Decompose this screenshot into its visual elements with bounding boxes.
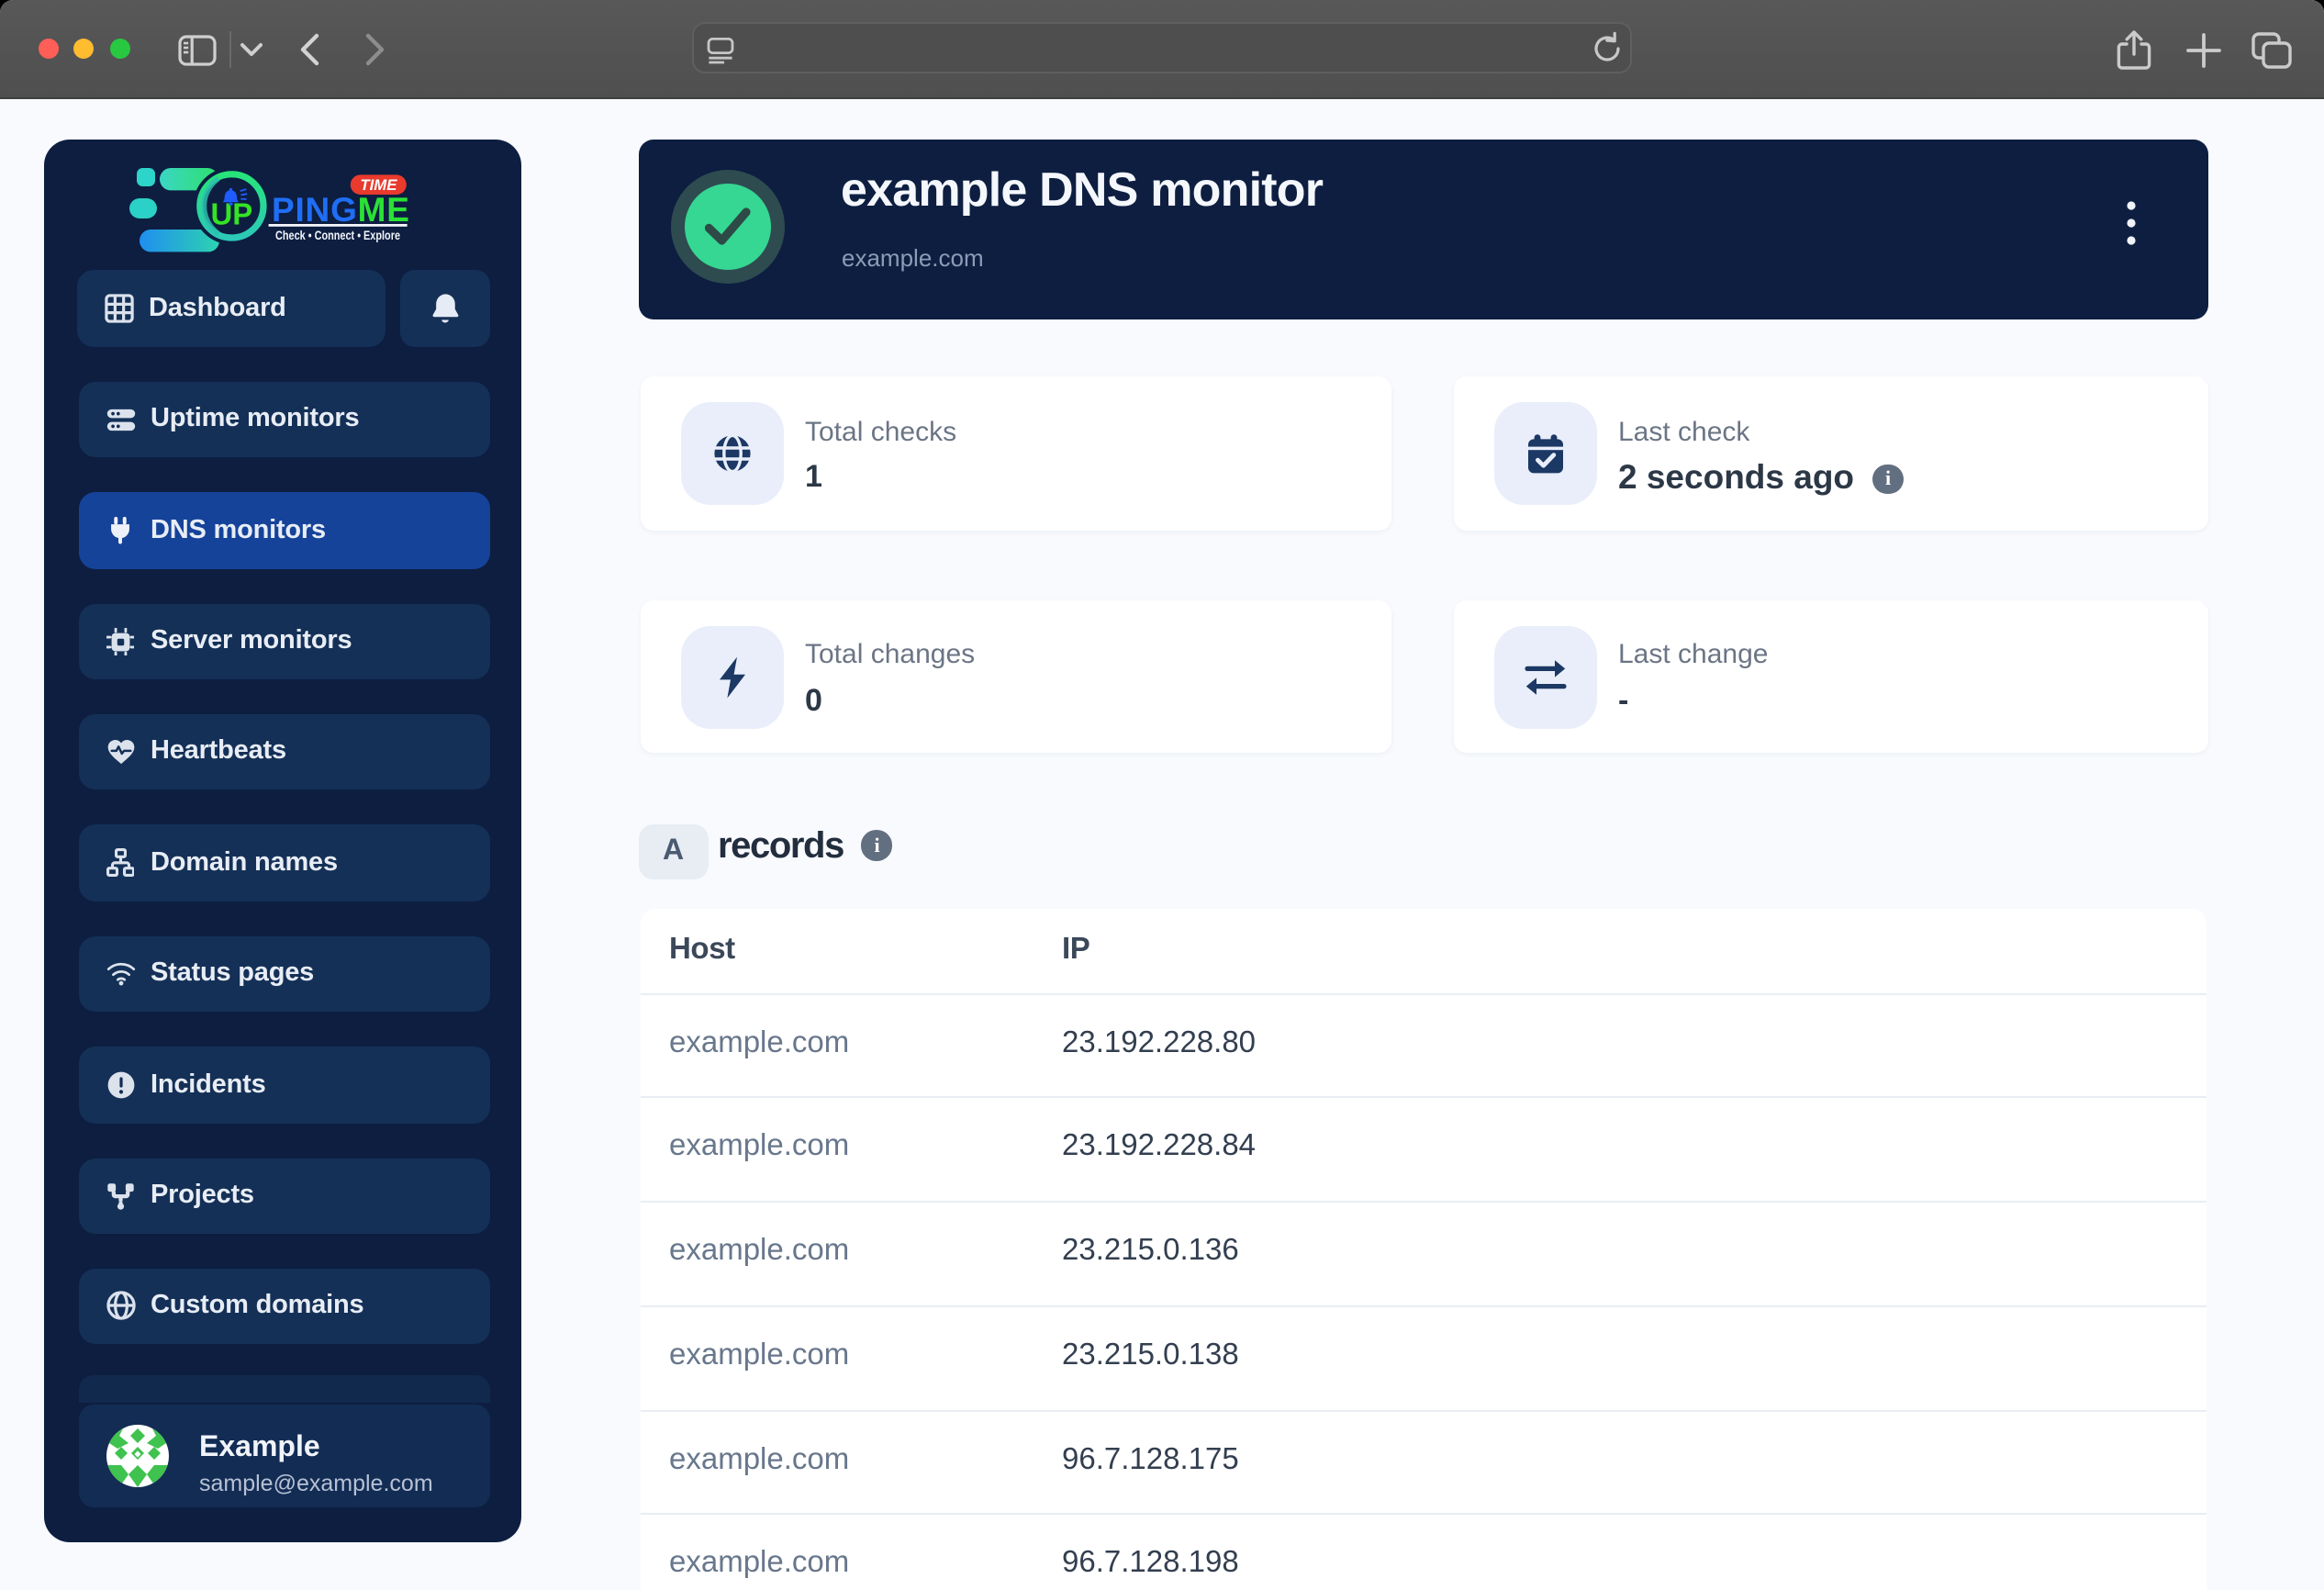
svg-text:TIME: TIME <box>360 175 397 193</box>
svg-text:PINGME: PINGME <box>272 190 410 228</box>
svg-text:Check • Connect • Explore: Check • Connect • Explore <box>275 227 400 241</box>
